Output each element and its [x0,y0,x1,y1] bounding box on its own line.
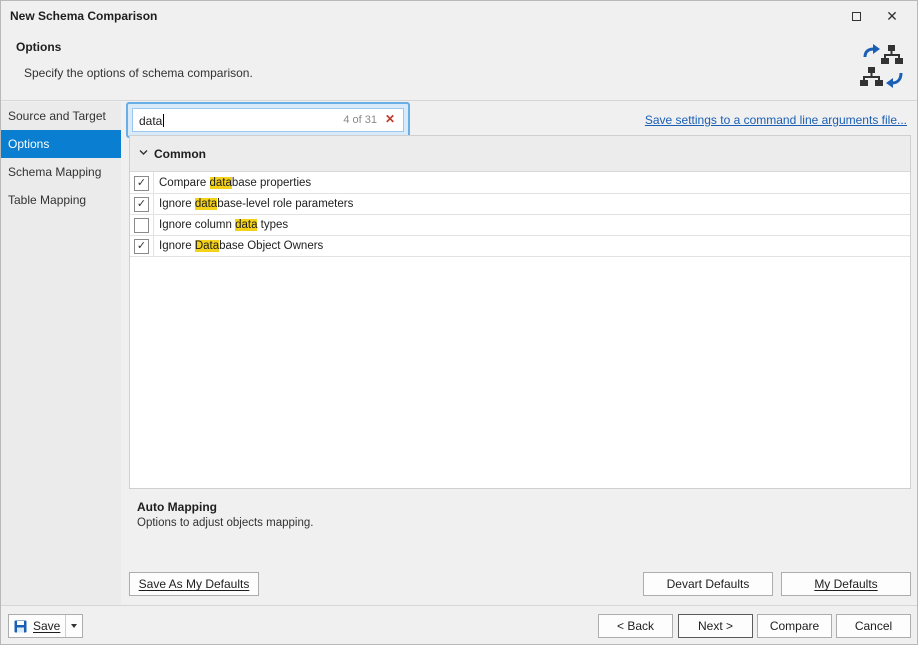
description-text: Options to adjust objects mapping. [137,517,314,529]
button-label: Cancel [854,619,893,633]
options-list: Common ✓ Compare database properties ✓ I… [129,135,911,489]
wizard-header: Options Specify the options of schema co… [1,31,917,101]
maximize-button[interactable] [843,5,869,27]
save-button[interactable]: Save [9,615,65,637]
button-label: Next > [697,619,733,633]
save-split-button: Save [8,614,83,638]
button-label: Compare [769,619,820,633]
search-match-count: 4 of 31 [343,114,377,126]
button-label: Save As My Defaults [138,577,250,591]
label-text: base-level role parameters [217,198,354,210]
search-highlight: data [209,177,232,189]
page-title: Options [16,40,62,54]
option-row[interactable]: ✓ Compare database properties [130,173,910,194]
save-settings-link[interactable]: Save settings to a command line argument… [645,113,907,127]
button-label: Devart Defaults [666,577,750,591]
option-checkbox[interactable]: ✓ [134,197,149,212]
option-label: Ignore Database Object Owners [159,240,323,252]
button-label: My Defaults [814,577,878,591]
next-button[interactable]: Next > [678,614,753,638]
option-checkbox[interactable]: ✓ [134,239,149,254]
search-input[interactable]: data 4 of 31 ✕ [132,108,404,132]
page-subtitle: Specify the options of schema comparison… [24,66,253,80]
devart-defaults-button[interactable]: Devart Defaults [643,572,773,596]
option-row[interactable]: ✓ Ignore database-level role parameters [130,194,910,215]
label-text: base Object Owners [219,240,324,252]
search-highlight: data [194,198,218,210]
wizard-footer: Save < Back Next > Compare Cancel [1,605,917,644]
search-highlight: Data [194,240,220,252]
label-text: Ignore [159,240,195,252]
option-checkbox[interactable] [134,218,149,233]
save-as-my-defaults-button[interactable]: Save As My Defaults [129,572,259,596]
label-text: types [257,219,289,231]
save-button-label: Save [33,619,61,633]
label-text: Ignore [159,198,195,210]
title-bar: New Schema Comparison ✕ [1,1,917,31]
chevron-down-icon [139,150,148,155]
cancel-button[interactable]: Cancel [836,614,911,638]
clear-x-icon[interactable]: ✕ [385,112,395,126]
search-input-value: data [139,114,163,128]
wizard-sidebar: Source and Target Options Schema Mapping… [1,102,121,605]
search-box: data 4 of 31 ✕ [126,102,410,138]
checkmark-icon: ✓ [136,177,147,189]
sidebar-item-schema-mapping[interactable]: Schema Mapping [1,158,121,186]
text-caret [163,114,165,127]
schema-comparison-window: New Schema Comparison ✕ Options Specify … [0,0,918,645]
close-button[interactable]: ✕ [879,5,905,27]
close-icon: ✕ [886,7,898,24]
sidebar-item-source-and-target[interactable]: Source and Target [1,102,121,130]
option-checkbox[interactable]: ✓ [134,176,149,191]
compare-button[interactable]: Compare [757,614,832,638]
dropdown-arrow-icon [71,624,77,628]
description-title: Auto Mapping [137,500,217,514]
option-row[interactable]: Ignore column data types [130,215,910,236]
option-label: Ignore database-level role parameters [159,198,353,210]
window-title: New Schema Comparison [10,9,158,23]
schema-compare-icon [860,44,903,88]
my-defaults-button[interactable]: My Defaults [781,572,911,596]
label-text: Compare [159,177,210,189]
search-highlight: data [235,219,258,231]
sidebar-item-options[interactable]: Options [1,130,121,158]
option-row[interactable]: ✓ Ignore Database Object Owners [130,236,910,257]
option-label: Compare database properties [159,177,311,189]
sidebar-item-table-mapping[interactable]: Table Mapping [1,186,121,214]
checkbox-column-divider [153,172,154,256]
back-button[interactable]: < Back [598,614,673,638]
floppy-disk-icon [14,620,27,632]
label-text: Ignore column [159,219,236,231]
save-dropdown-button[interactable] [66,615,82,637]
checkmark-icon: ✓ [136,198,147,210]
options-content: data 4 of 31 ✕ Save settings to a comman… [121,102,917,605]
maximize-icon [851,11,861,21]
option-label: Ignore column data types [159,219,288,231]
group-label: Common [154,147,206,161]
group-header-common[interactable]: Common [130,136,910,172]
checkmark-icon: ✓ [136,240,147,252]
label-text: base properties [231,177,312,189]
button-label: < Back [616,619,655,633]
